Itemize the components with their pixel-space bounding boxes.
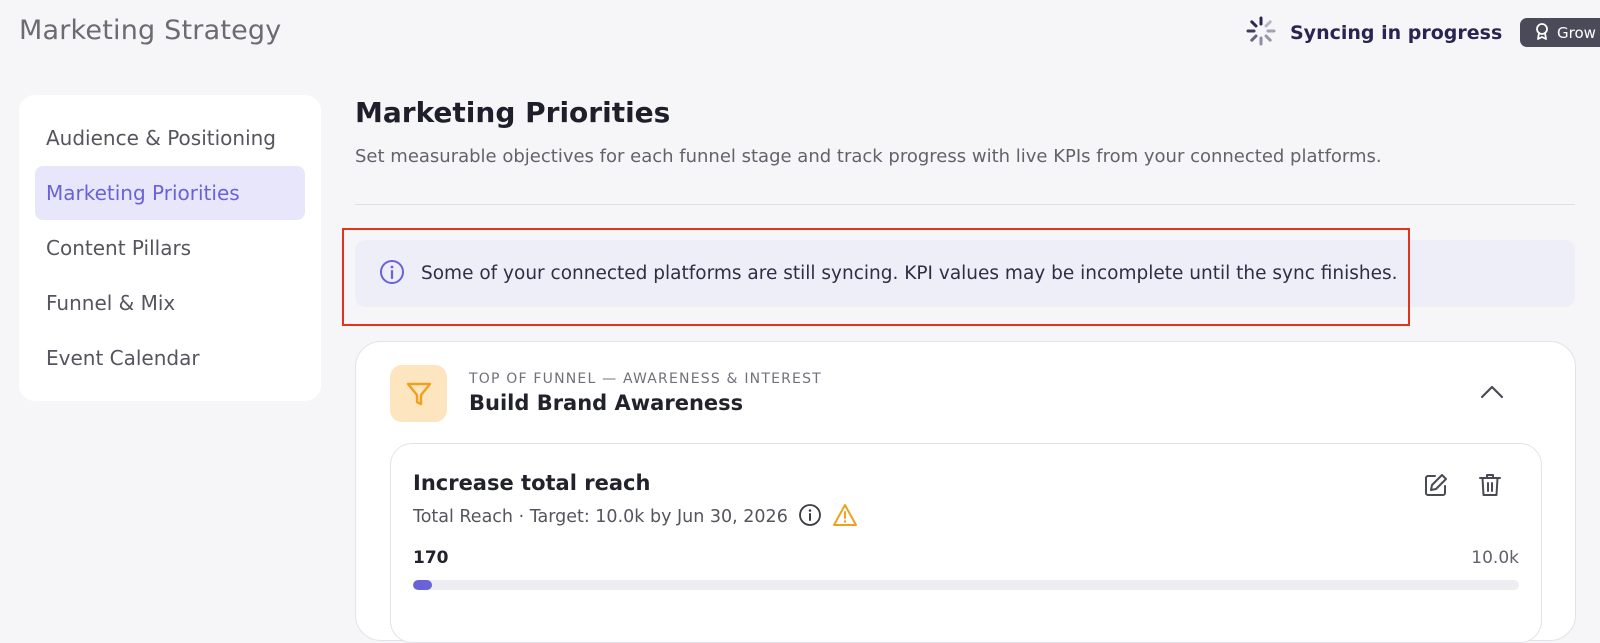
info-circle-icon[interactable] (798, 503, 822, 532)
sidebar: Audience & Positioning Marketing Priorit… (19, 95, 321, 401)
sidebar-item-content-pillars[interactable]: Content Pillars (35, 221, 305, 275)
info-circle-icon (379, 259, 405, 289)
award-ribbon-icon (1534, 22, 1550, 44)
progress-current-value: 170 (413, 548, 449, 568)
sync-notice-text: Some of your connected platforms are sti… (421, 263, 1398, 284)
objective-card: Increase total reach Total Reach · Targe… (390, 443, 1542, 643)
warning-triangle-icon[interactable] (832, 503, 858, 532)
top-bar: Marketing Strategy Syncing in progress G… (0, 0, 1600, 66)
page-title: Marketing Priorities (355, 96, 671, 129)
objective-meta-text: Total Reach · Target: 10.0k by Jun 30, 2… (413, 507, 788, 527)
app-title: Marketing Strategy (19, 15, 282, 46)
loading-spinner-icon (1246, 16, 1276, 50)
page-description: Set measurable objectives for each funne… (355, 146, 1382, 167)
sidebar-item-label: Content Pillars (46, 236, 192, 260)
progress-bar (413, 580, 1519, 590)
plan-badge[interactable]: Grow (1520, 18, 1600, 47)
sidebar-item-audience-positioning[interactable]: Audience & Positioning (35, 111, 305, 165)
sync-notice-banner: Some of your connected platforms are sti… (355, 240, 1575, 307)
sidebar-item-marketing-priorities[interactable]: Marketing Priorities (35, 166, 305, 220)
sync-status-label: Syncing in progress (1290, 22, 1503, 44)
plan-badge-label: Grow (1557, 23, 1596, 42)
objective-actions (1421, 472, 1505, 502)
divider (355, 204, 1575, 205)
sidebar-item-label: Event Calendar (46, 346, 200, 370)
sidebar-item-label: Audience & Positioning (46, 126, 276, 150)
progress-bar-fill (413, 580, 432, 590)
delete-objective-button[interactable] (1475, 472, 1505, 502)
filter-funnel-icon (390, 365, 447, 422)
funnel-stage-title: Build Brand Awareness (469, 391, 744, 415)
objective-title: Increase total reach (413, 471, 651, 495)
sidebar-item-label: Marketing Priorities (46, 181, 240, 205)
sidebar-item-funnel-mix[interactable]: Funnel & Mix (35, 276, 305, 330)
trash-icon (1478, 472, 1502, 502)
sync-status: Syncing in progress (1246, 16, 1503, 50)
funnel-stage-kicker: TOP OF FUNNEL — AWARENESS & INTEREST (469, 371, 822, 387)
progress-target-value: 10.0k (1471, 548, 1519, 568)
pencil-square-icon (1423, 472, 1449, 502)
edit-objective-button[interactable] (1421, 472, 1451, 502)
objective-meta: Total Reach · Target: 10.0k by Jun 30, 2… (413, 503, 858, 532)
sidebar-item-event-calendar[interactable]: Event Calendar (35, 331, 305, 385)
chevron-up-icon[interactable] (1474, 376, 1510, 408)
sidebar-item-label: Funnel & Mix (46, 291, 176, 315)
funnel-stage-card: TOP OF FUNNEL — AWARENESS & INTEREST Bui… (355, 341, 1576, 643)
